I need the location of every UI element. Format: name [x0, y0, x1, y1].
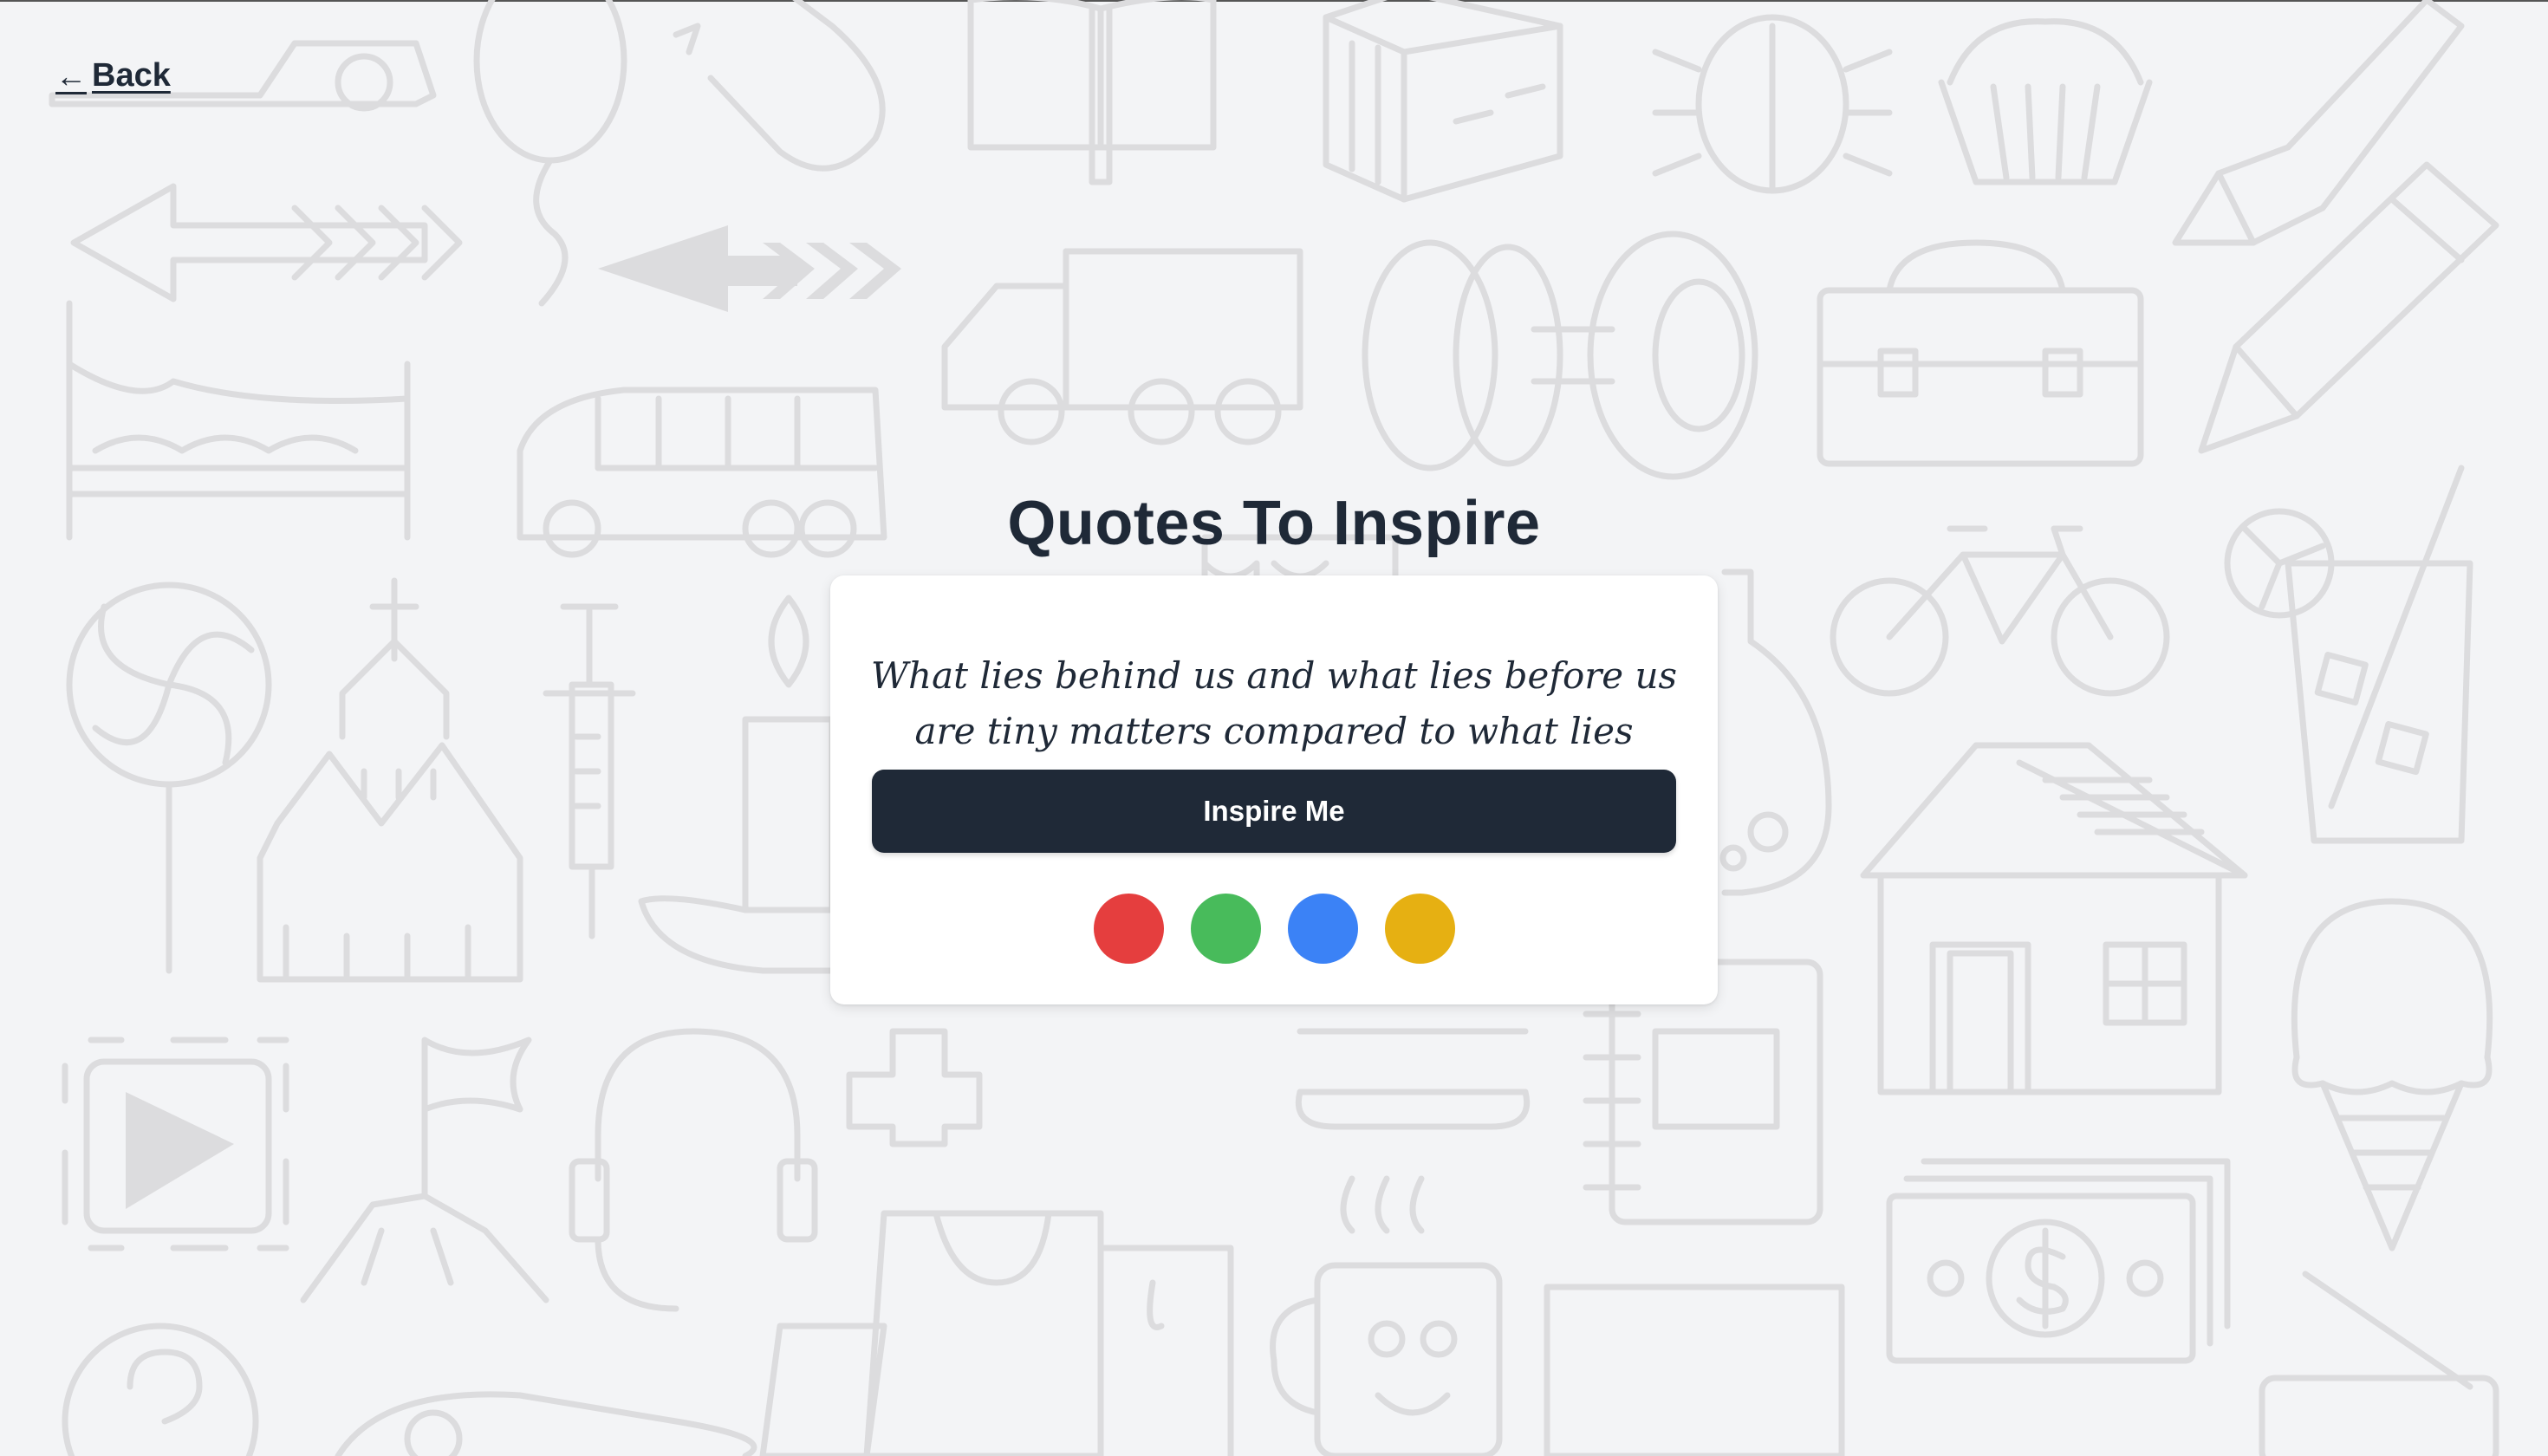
cupcake-icon [1938, 18, 2153, 185]
briefcase-icon [1817, 239, 2144, 467]
flask-icon [1719, 569, 1832, 896]
money-icon [1886, 1158, 2231, 1364]
flag-icon [300, 1037, 549, 1303]
mug-icon [1270, 1175, 1503, 1456]
church-icon [257, 577, 523, 983]
color-swatches [830, 894, 1718, 964]
bug-icon [1652, 14, 1893, 194]
truck-icon [941, 248, 1303, 445]
syringe-icon [543, 603, 636, 939]
inspire-me-button[interactable]: Inspire Me [872, 770, 1676, 853]
back-label: Back [92, 57, 171, 94]
pencil-icon [2198, 161, 2499, 454]
ice-cream-icon [2291, 898, 2493, 1251]
magnet-icon [673, 0, 886, 172]
book-icon [967, 0, 1217, 185]
arrow-left-icon: ← [55, 57, 87, 94]
arrow-icon [70, 183, 463, 302]
arrow-icon [598, 225, 901, 312]
quote-card: What lies behind us and what lies before… [830, 575, 1718, 1004]
lollipop-icon [66, 582, 272, 974]
radio-icon [2259, 1271, 2499, 1456]
color-swatch-yellow[interactable] [1384, 894, 1455, 964]
candle-icon [638, 595, 853, 974]
back-link[interactable]: ← Back [55, 57, 171, 94]
page-title: Quotes To Inspire [1007, 489, 1541, 559]
box-icon [1323, 0, 1563, 203]
headset-icon [569, 1028, 818, 1312]
dumbbell-icon [1362, 231, 1758, 480]
color-swatch-green[interactable] [1190, 894, 1261, 964]
medical-cross-icon [846, 1028, 983, 1147]
rocket-icon [335, 1391, 757, 1456]
house-icon [1860, 742, 2248, 1095]
pen-icon [2172, 0, 2465, 246]
color-swatch-blue[interactable] [1287, 894, 1358, 964]
burger-icon [1296, 1028, 1530, 1130]
balloon-icon [473, 0, 627, 307]
monitor-icon [1544, 1284, 1845, 1456]
color-swatch-red[interactable] [1093, 894, 1164, 964]
play-icon [62, 1037, 289, 1251]
shopping-bag-icon [759, 1210, 1234, 1456]
question-icon [62, 1323, 259, 1456]
